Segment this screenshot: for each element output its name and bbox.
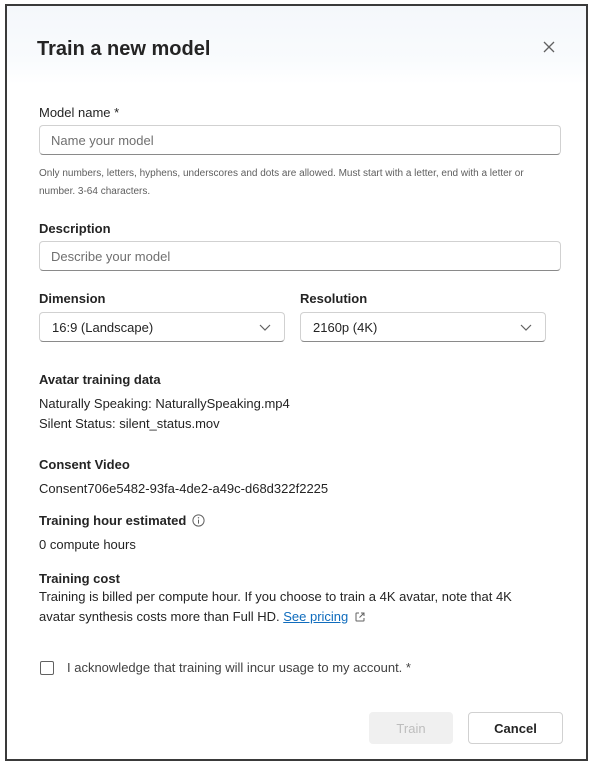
model-name-label: Model name * bbox=[39, 105, 120, 120]
avatar-training-data-heading: Avatar training data bbox=[39, 372, 161, 387]
acknowledge-label[interactable]: I acknowledge that training will incur u… bbox=[67, 658, 411, 678]
training-hour-heading: Training hour estimated bbox=[39, 513, 187, 528]
consent-video-value: Consent706e5482-93fa-4de2-a49c-d68d322f2… bbox=[39, 481, 329, 496]
train-button[interactable]: Train bbox=[369, 712, 453, 744]
avatar-training-data-line1: Naturally Speaking: NaturallySpeaking.mp… bbox=[39, 396, 290, 411]
train-model-dialog: Train a new model Model name * Only numb… bbox=[5, 4, 588, 761]
close-button[interactable] bbox=[538, 36, 560, 58]
training-hour-value: 0 compute hours bbox=[39, 537, 136, 552]
training-cost-heading: Training cost bbox=[39, 571, 120, 586]
avatar-training-data-line2: Silent Status: silent_status.mov bbox=[39, 416, 220, 431]
consent-video-heading: Consent Video bbox=[39, 457, 130, 472]
resolution-label: Resolution bbox=[300, 291, 368, 306]
external-link-icon[interactable] bbox=[354, 611, 366, 623]
see-pricing-link[interactable]: See pricing bbox=[283, 607, 348, 627]
model-name-hint: Only numbers, letters, hyphens, undersco… bbox=[39, 168, 524, 197]
resolution-select[interactable]: 2160p (4K) bbox=[300, 312, 546, 342]
chevron-down-icon bbox=[520, 324, 532, 331]
chevron-down-icon bbox=[259, 324, 271, 331]
acknowledge-checkbox[interactable] bbox=[40, 661, 54, 675]
model-name-input[interactable] bbox=[39, 125, 561, 155]
training-cost-line2-row: avatar synthesis costs more than Full HD… bbox=[39, 607, 569, 627]
description-label: Description bbox=[39, 221, 111, 236]
resolution-value: 2160p (4K) bbox=[313, 319, 378, 335]
training-cost-line1: Training is billed per compute hour. If … bbox=[39, 589, 512, 604]
cancel-button[interactable]: Cancel bbox=[468, 712, 563, 744]
training-hour-heading-row: Training hour estimated bbox=[39, 513, 205, 528]
dimension-label: Dimension bbox=[39, 291, 106, 306]
training-cost-line2: avatar synthesis costs more than Full HD… bbox=[39, 609, 280, 624]
training-cost-text: Training is billed per compute hour. If … bbox=[39, 587, 569, 627]
dimension-select[interactable]: 16:9 (Landscape) bbox=[39, 312, 285, 342]
close-icon bbox=[543, 41, 555, 53]
description-input[interactable] bbox=[39, 241, 561, 271]
dimension-value: 16:9 (Landscape) bbox=[52, 319, 154, 335]
dialog-title: Train a new model bbox=[37, 38, 211, 60]
info-icon[interactable] bbox=[192, 514, 205, 527]
